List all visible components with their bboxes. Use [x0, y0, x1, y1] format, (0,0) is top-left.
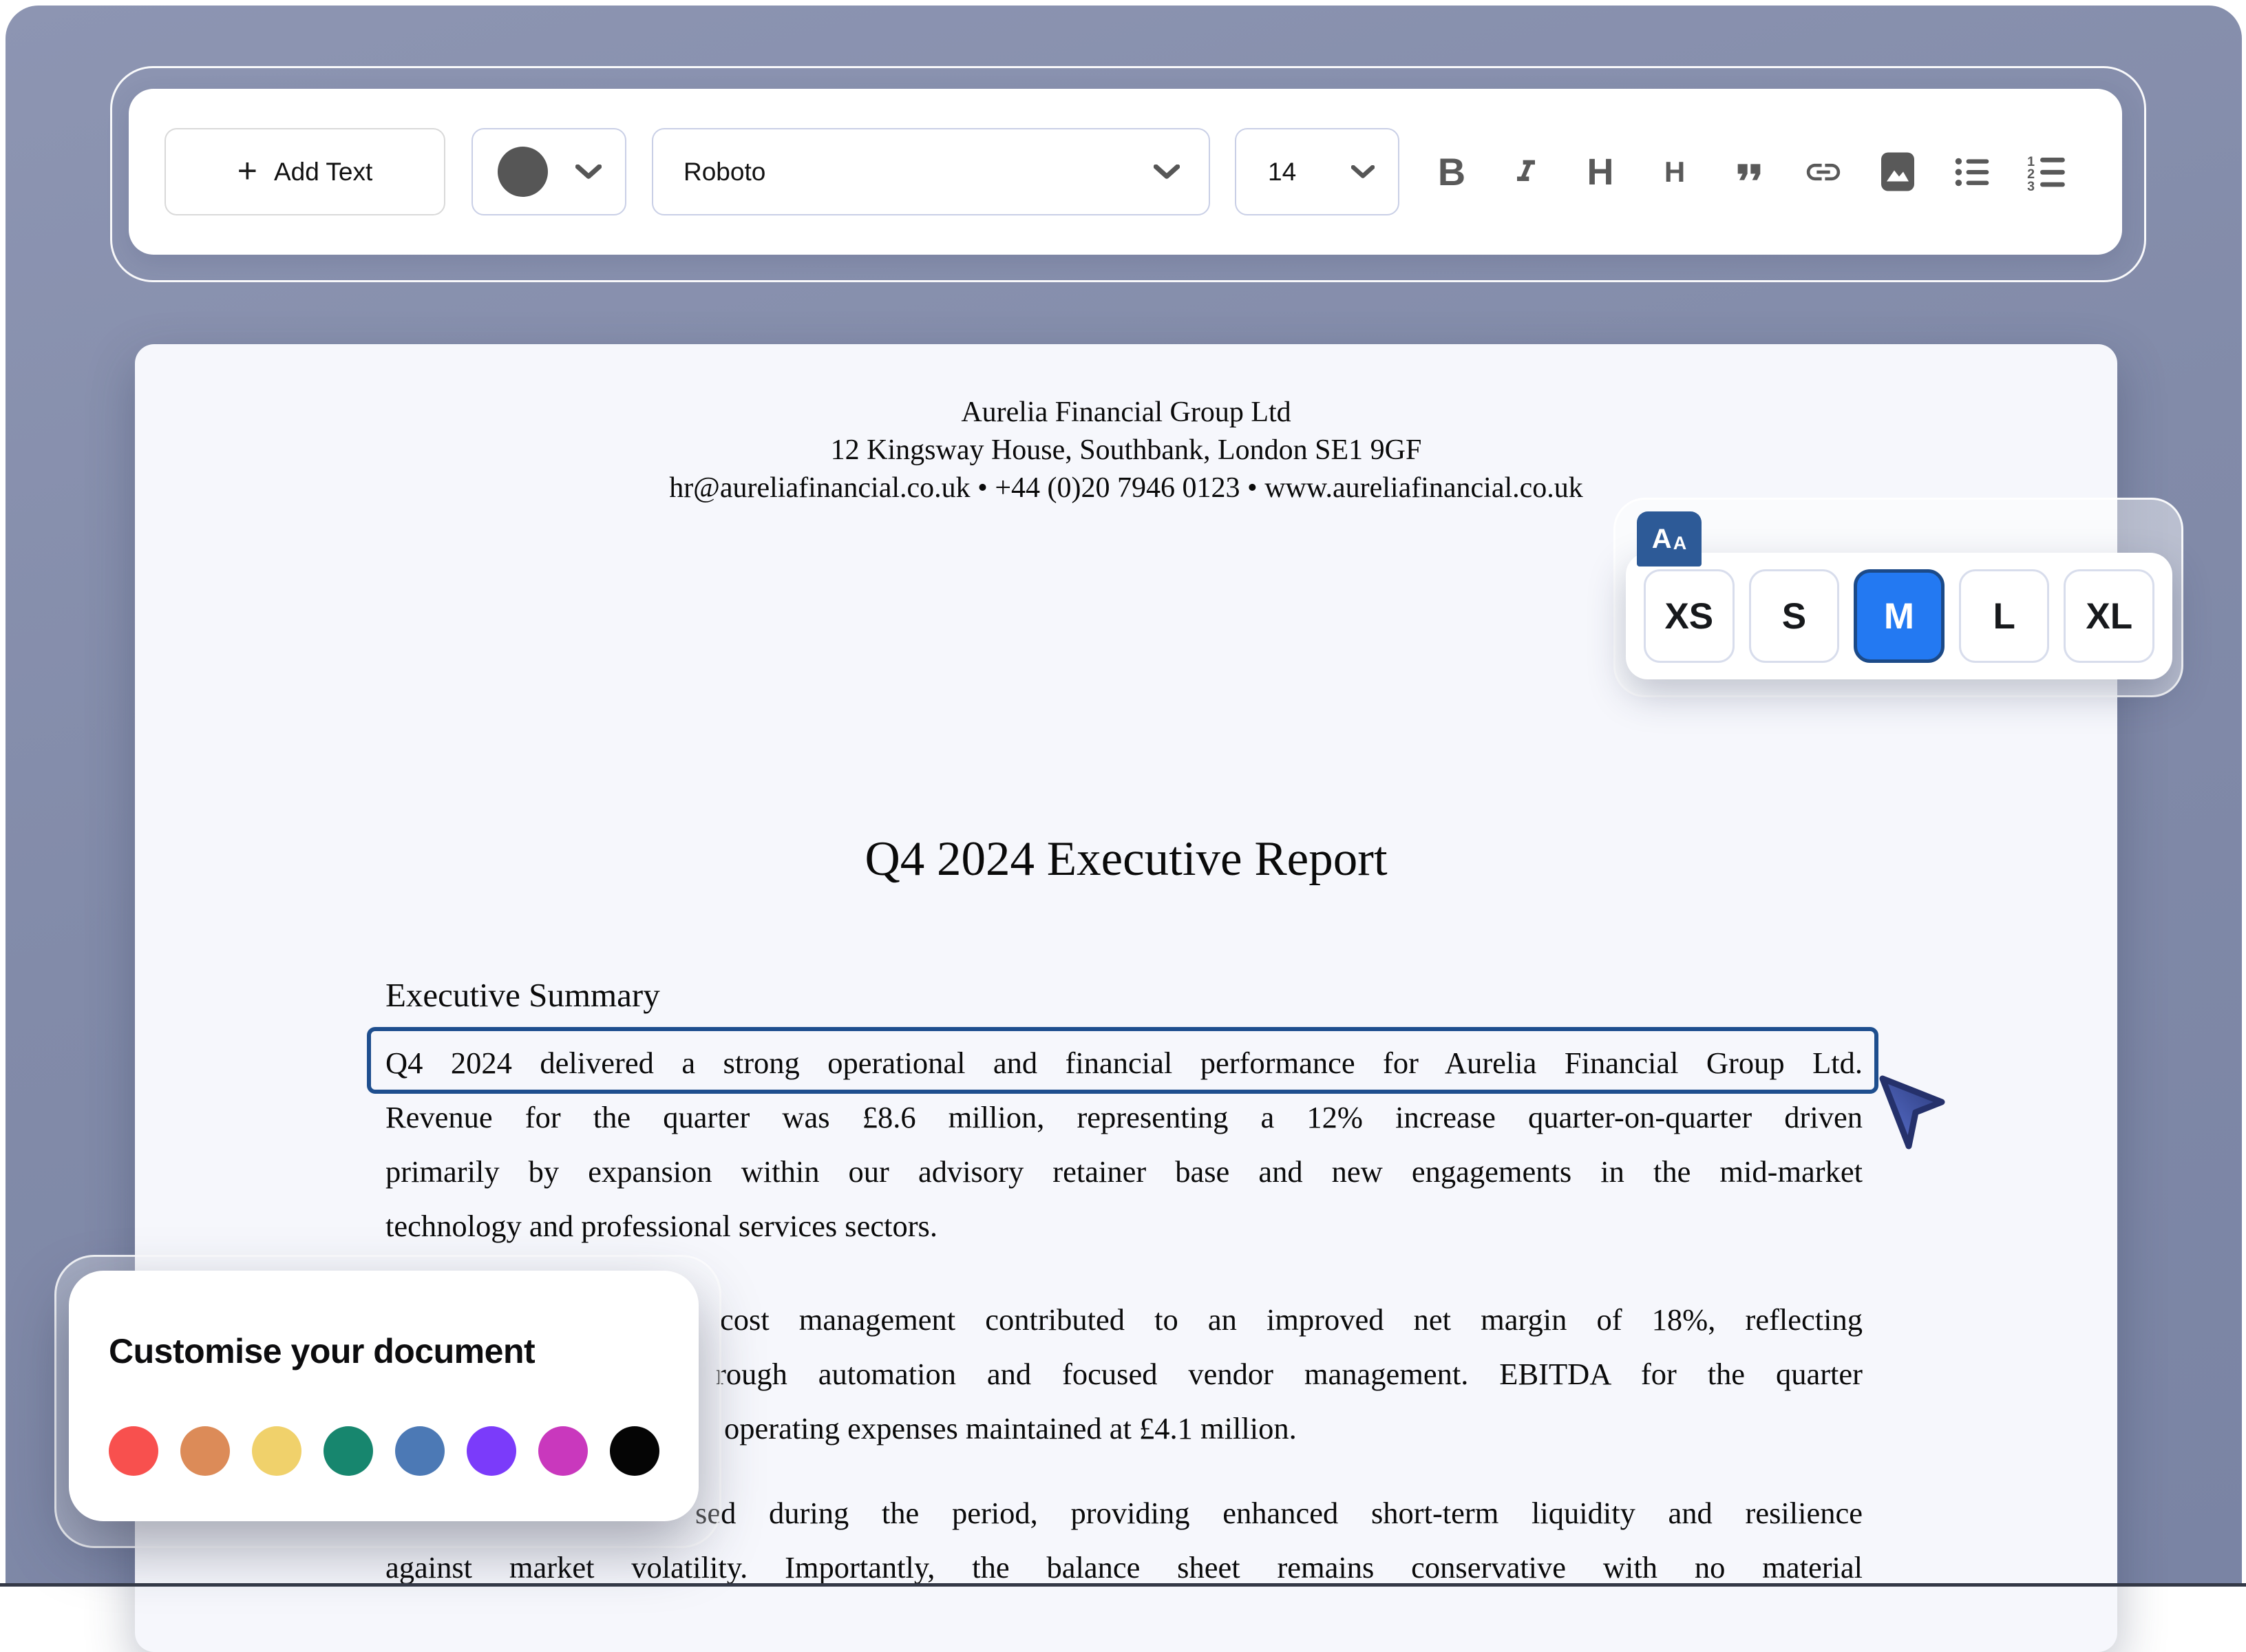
- size-option-l[interactable]: L: [1959, 569, 2050, 663]
- numbered-list-button[interactable]: 123: [2016, 128, 2077, 215]
- svg-text:3: 3: [2027, 178, 2035, 191]
- paragraph-line[interactable]: cost management contributed to an improv…: [720, 1293, 1863, 1347]
- font-family-value: Roboto: [684, 158, 765, 187]
- colour-swatch-red[interactable]: [109, 1426, 158, 1476]
- blockquote-icon: [1730, 153, 1768, 191]
- paragraph-line[interactable]: primarily by expansion within our adviso…: [385, 1145, 1863, 1199]
- section-heading: Executive Summary: [385, 975, 660, 1015]
- heading-small-button[interactable]: H: [1644, 128, 1705, 215]
- paragraph-line[interactable]: sed during the period, providing enhance…: [695, 1486, 1863, 1540]
- bullet-list-button[interactable]: [1942, 128, 2002, 215]
- font-size-value: 14: [1268, 158, 1296, 187]
- blockquote-button[interactable]: [1719, 128, 1779, 215]
- bold-icon: B: [1438, 149, 1465, 194]
- document-letterhead: Aurelia Financial Group Ltd 12 Kingsway …: [135, 394, 2117, 507]
- colour-swatch-yellow[interactable]: [252, 1426, 301, 1476]
- link-icon: [1803, 152, 1843, 192]
- paragraph-line[interactable]: Revenue for the quarter was £8.6 million…: [385, 1090, 1863, 1145]
- chevron-down-icon: [1154, 165, 1180, 180]
- add-text-label: Add Text: [274, 158, 372, 187]
- size-option-xl[interactable]: XL: [2064, 569, 2154, 663]
- company-address: 12 Kingsway House, Southbank, London SE1…: [135, 432, 2117, 469]
- colour-swatch-magenta[interactable]: [538, 1426, 588, 1476]
- bold-button[interactable]: B: [1421, 128, 1482, 215]
- colour-swatches: [109, 1426, 659, 1476]
- chevron-down-icon: [1351, 165, 1375, 179]
- color-swatch-circle: [498, 147, 548, 197]
- aa-icon: A: [1652, 524, 1672, 555]
- text-selection-outline[interactable]: [367, 1027, 1878, 1094]
- size-option-m-selected[interactable]: M: [1854, 569, 1945, 663]
- colour-swatch-black[interactable]: [610, 1426, 659, 1476]
- mouse-cursor-icon: [1878, 1071, 1947, 1173]
- heading-small-icon: H: [1664, 156, 1685, 189]
- plus-icon: +: [237, 153, 257, 188]
- screen-bottom-edge: [0, 1583, 2246, 1587]
- bullet-list-icon: [1953, 153, 1991, 191]
- heading-large-icon: H: [1587, 151, 1614, 193]
- paragraph-line[interactable]: operating expenses maintained at £4.1 mi…: [724, 1401, 1297, 1456]
- link-button[interactable]: [1793, 128, 1854, 215]
- font-family-dropdown[interactable]: Roboto: [652, 128, 1210, 215]
- company-name: Aurelia Financial Group Ltd: [135, 394, 2117, 432]
- toolbar: + Add Text Roboto 14 B H H 123: [129, 89, 2122, 255]
- heading-large-button[interactable]: H: [1570, 128, 1631, 215]
- size-option-s[interactable]: S: [1749, 569, 1840, 663]
- paragraph-line[interactable]: against market volatility. Importantly, …: [385, 1540, 1863, 1595]
- colour-swatch-purple[interactable]: [467, 1426, 516, 1476]
- colour-swatch-blue[interactable]: [395, 1426, 445, 1476]
- document-title: Q4 2024 Executive Report: [135, 832, 2117, 887]
- italic-icon: [1508, 154, 1544, 190]
- size-picker-panel: XS S M L XL: [1626, 553, 2172, 679]
- font-size-dropdown[interactable]: 14: [1235, 128, 1399, 215]
- colour-swatch-green[interactable]: [324, 1426, 373, 1476]
- add-text-button[interactable]: + Add Text: [165, 128, 445, 215]
- chevron-down-icon: [575, 165, 602, 180]
- insert-image-button[interactable]: [1867, 128, 1928, 215]
- colour-swatch-orange[interactable]: [180, 1426, 230, 1476]
- image-icon: [1881, 152, 1914, 191]
- text-size-badge: A A: [1637, 511, 1702, 566]
- italic-button[interactable]: [1496, 128, 1556, 215]
- customise-popup-title: Customise your document: [109, 1331, 535, 1371]
- numbered-list-icon: 123: [2026, 153, 2066, 191]
- format-buttons: B H H 123: [1421, 128, 2077, 215]
- size-option-xs[interactable]: XS: [1644, 569, 1735, 663]
- customise-popup: Customise your document: [69, 1271, 699, 1521]
- paragraph-line[interactable]: rough automation and focused vendor mana…: [716, 1347, 1863, 1401]
- paragraph-line[interactable]: technology and professional services sec…: [385, 1199, 1863, 1253]
- text-color-dropdown[interactable]: [472, 128, 626, 215]
